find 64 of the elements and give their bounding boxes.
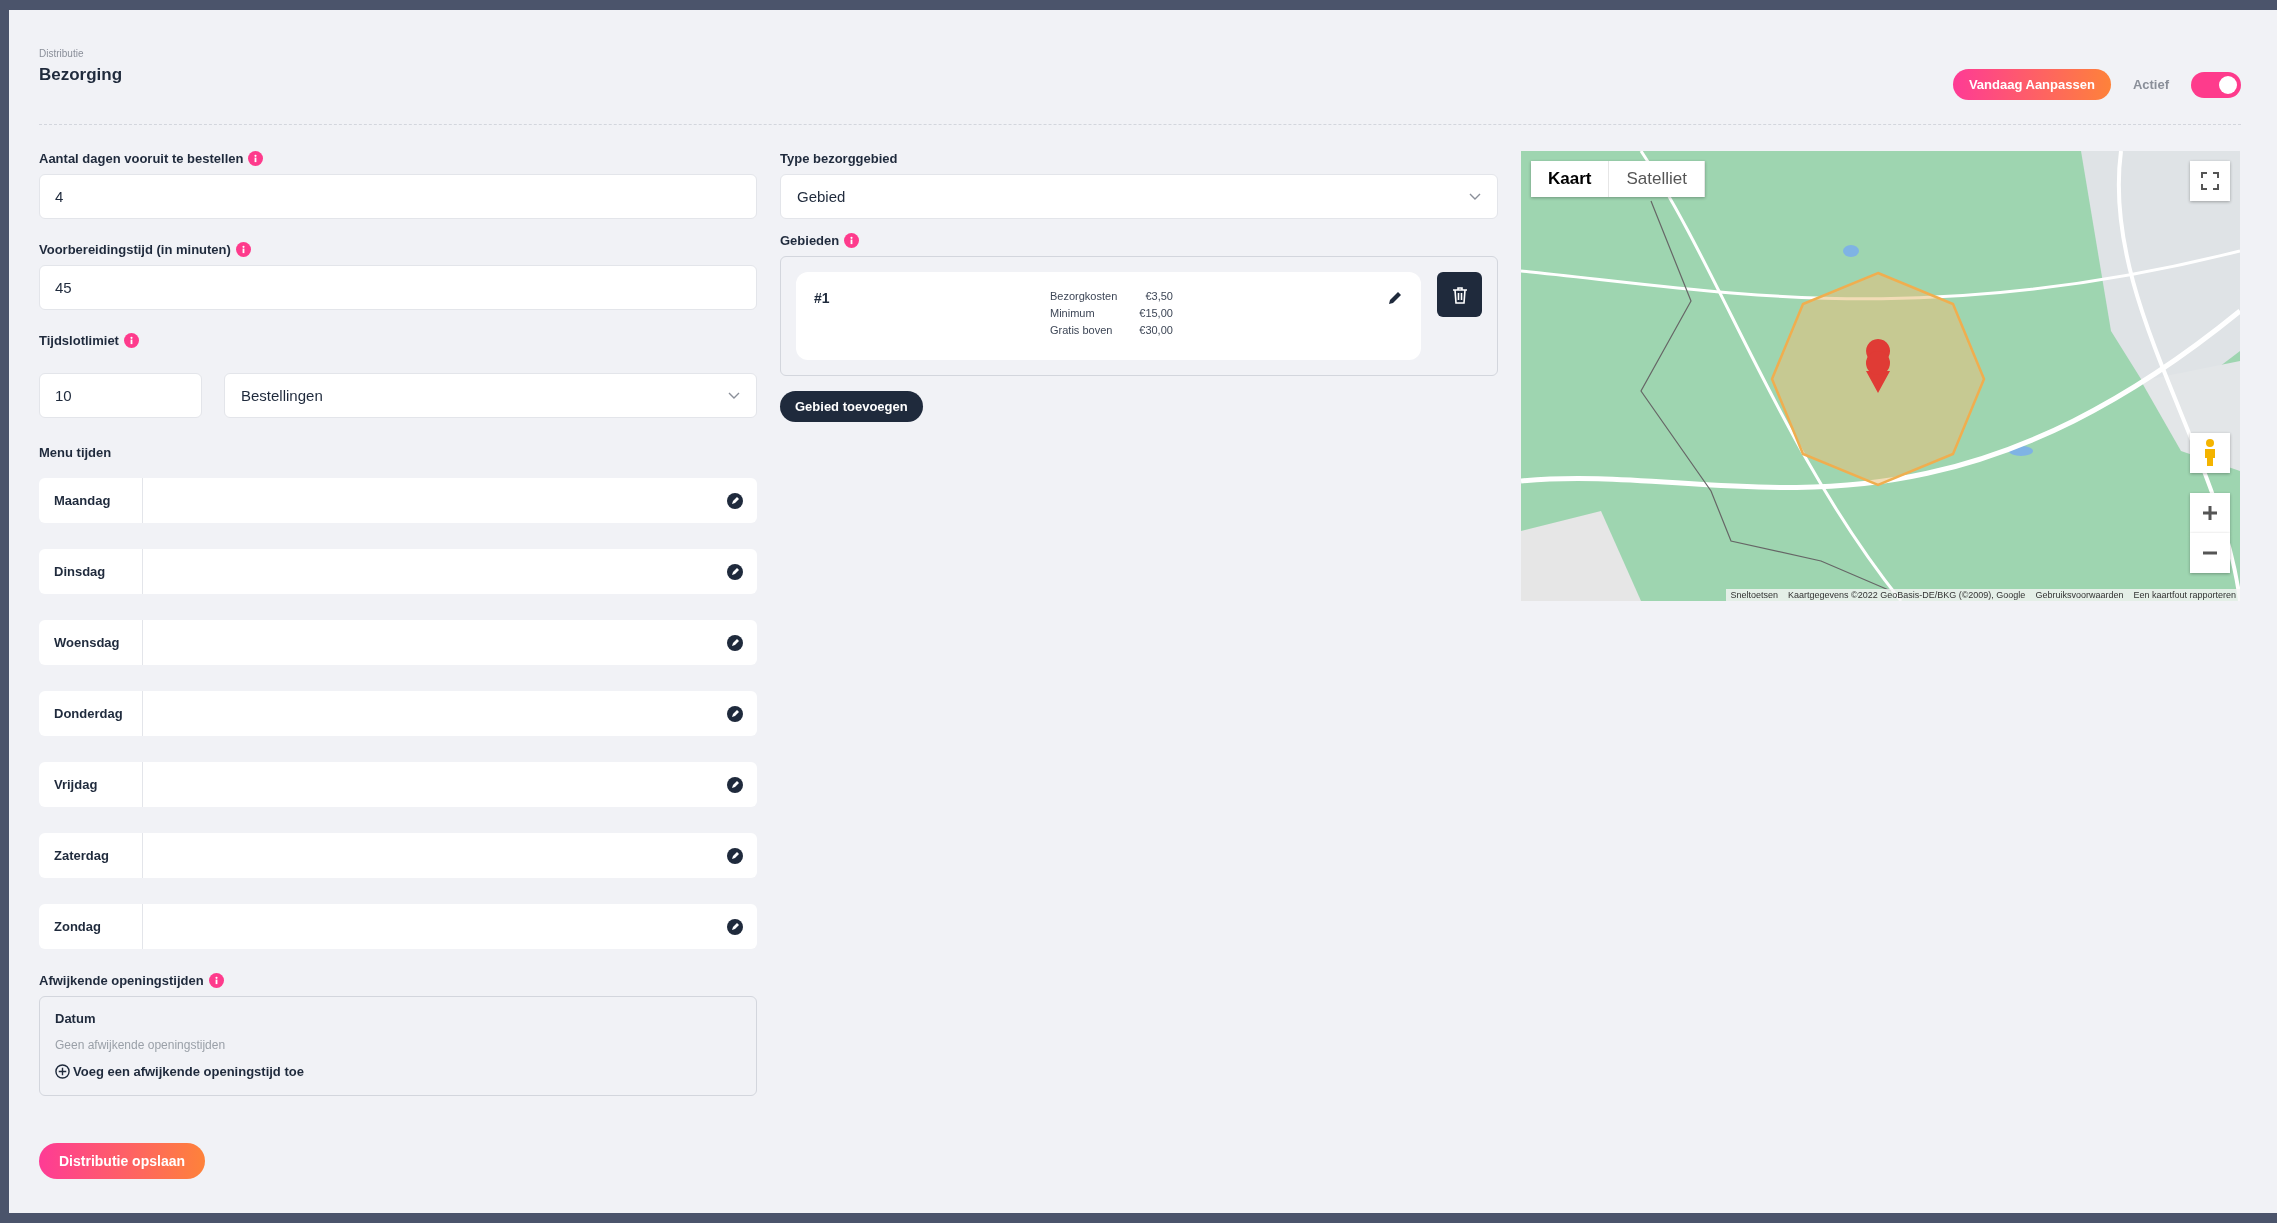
zoom-in-button[interactable] (2190, 493, 2230, 533)
fullscreen-button[interactable] (2190, 161, 2230, 201)
day-label: Zaterdag (39, 833, 143, 878)
info-icon[interactable] (235, 242, 251, 257)
edit-icon[interactable] (727, 918, 743, 935)
minus-icon (2202, 551, 2218, 555)
area-name: #1 (814, 290, 831, 306)
day-label: Donderdag (39, 691, 143, 736)
edit-icon[interactable] (727, 847, 743, 864)
map-type-tab[interactable]: Kaart (1531, 161, 1610, 197)
field-label: Type bezorggebied (780, 151, 898, 166)
map-type-tab[interactable]: Satelliet (1609, 161, 1705, 197)
map-attribution[interactable]: Gebruiksvoorwaarden (2035, 590, 2124, 600)
field-label: Gebieden (780, 233, 840, 248)
map-attribution: Kaartgegevens ©2022 GeoBasis-DE/BKG (©2009), Google (1787, 590, 2026, 600)
breadcrumb: Distributie (39, 48, 85, 59)
info-icon[interactable] (248, 151, 264, 166)
add-exception-link[interactable]: Voeg een afwijkende openingstijd toe (55, 1064, 741, 1079)
edit-icon[interactable] (727, 776, 743, 793)
input-field[interactable]: 10 (39, 373, 202, 418)
day-label: Dinsdag (39, 549, 143, 594)
stat-label: Minimum (1050, 307, 1096, 319)
field-label: Menu tijden (39, 445, 112, 460)
map-attribution[interactable]: Sneltoetsen (1730, 590, 1778, 600)
plus-icon (2202, 505, 2218, 521)
input-field[interactable]: 4 (39, 174, 757, 219)
empty-message: Geen afwijkende openingstijden (55, 1038, 227, 1052)
map-attribution[interactable]: Een kaartfout rapporteren (2133, 590, 2236, 600)
day-label: Zondag (39, 904, 143, 949)
day-label: Maandag (39, 478, 143, 523)
edit-icon[interactable] (727, 705, 743, 722)
day-label: Vrijdag (39, 762, 143, 807)
column-header: Datum (55, 1011, 97, 1026)
fullscreen-icon (2201, 172, 2219, 190)
chevron-down-icon (728, 391, 740, 400)
field-label: Voorbereidingstijd (in minuten) (39, 242, 231, 257)
stat-value: €30,00 (1139, 324, 1173, 336)
unit-select[interactable]: Bestellingen (224, 373, 757, 418)
trash-icon (1451, 285, 1468, 304)
field-label: Tijdslotlimiet (39, 333, 119, 348)
plus-circle-icon (55, 1064, 70, 1079)
field-label: Afwijkende openingstijden (39, 973, 204, 988)
stat-value: €15,00 (1139, 307, 1173, 319)
page-title: Bezorging (39, 65, 123, 85)
area-type-select[interactable]: Gebied (780, 174, 1498, 219)
info-icon[interactable] (208, 973, 224, 988)
field-label: Aantal dagen vooruit te bestellen (39, 151, 244, 166)
delete-button[interactable] (1437, 272, 1482, 317)
edit-icon[interactable] (727, 492, 743, 509)
stat-label: Gratis boven (1050, 324, 1114, 336)
edit-icon[interactable] (727, 634, 743, 651)
day-label: Woensdag (39, 620, 143, 665)
info-icon[interactable] (123, 333, 139, 348)
pencil-icon[interactable] (1387, 290, 1403, 306)
person-icon (2203, 439, 2217, 467)
active-toggle[interactable] (2191, 71, 2241, 98)
edit-icon[interactable] (727, 563, 743, 580)
chevron-down-icon (1469, 192, 1481, 201)
input-field[interactable]: 45 (39, 265, 757, 310)
info-icon[interactable] (844, 233, 860, 248)
toggle-label: Actief (2132, 77, 2169, 92)
add-area-button[interactable]: Gebied toevoegen (780, 391, 923, 422)
stat-label: Bezorgkosten (1050, 290, 1118, 302)
stat-value: €3,50 (1144, 290, 1173, 302)
